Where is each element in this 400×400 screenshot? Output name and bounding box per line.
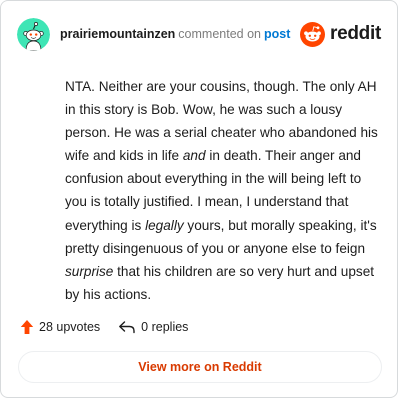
- reply-count[interactable]: 0 replies: [118, 320, 188, 334]
- comment-emphasis: legally: [145, 217, 184, 233]
- byline-action-text: commented on: [178, 26, 261, 41]
- comment-header: prairiemountainzen commented on post reddi…: [17, 17, 381, 51]
- comment-emphasis: and: [182, 148, 206, 164]
- snoo-avatar-icon: [17, 17, 50, 51]
- post-link[interactable]: post: [264, 27, 290, 41]
- comment-emphasis: surprise: [65, 263, 114, 279]
- embedded-comment-card: prairiemountainzen commented on post reddi…: [0, 0, 398, 398]
- upvote-arrow-icon: [20, 320, 34, 334]
- reddit-brand[interactable]: reddit: [300, 21, 381, 47]
- view-more-button[interactable]: View more on Reddit: [18, 351, 382, 383]
- comment-meta: 28 upvotes 0 replies: [20, 317, 188, 337]
- user-avatar[interactable]: [17, 17, 50, 51]
- comment-body: NTA. Neither are your cousins, though. T…: [65, 75, 381, 306]
- reply-label: 0 replies: [141, 320, 189, 334]
- username-link[interactable]: prairiemountainzen: [60, 27, 175, 41]
- upvote-count[interactable]: 28 upvotes: [20, 319, 100, 335]
- reddit-logo-icon: [300, 21, 326, 47]
- reply-arrow-icon: [119, 321, 135, 334]
- reddit-wordmark: reddit: [330, 23, 381, 44]
- comment-byline: prairiemountainzen commented on post: [60, 28, 290, 41]
- upvote-label: 28 upvotes: [39, 320, 101, 334]
